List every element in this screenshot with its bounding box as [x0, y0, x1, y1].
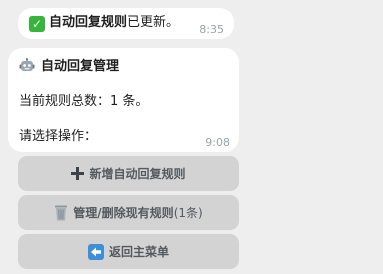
message-bold-text: 自动回复规则: [49, 15, 128, 30]
chat-area: ✓ 自动回复规则已更新。 8:35 自动回复管理 当前规则总数：1 条。 请选择操…: [0, 0, 383, 274]
message-text: ✓ 自动回复规则已更新。: [29, 14, 179, 32]
message-title-text: 自动回复管理: [41, 59, 120, 74]
message-bubble-rules-updated: ✓ 自动回复规则已更新。 8:35: [18, 8, 234, 39]
plus-icon: [71, 167, 85, 180]
robot-icon: [19, 58, 35, 71]
button-label: 新增自动回复规则: [89, 167, 186, 181]
button-label: 返回主菜单: [108, 245, 169, 259]
rule-count-text: 当前规则总数：1 条。: [19, 94, 149, 109]
message-title: 自动回复管理: [19, 58, 119, 76]
back-to-main-menu-button[interactable]: 返回主菜单: [18, 234, 239, 269]
rule-count-suffix: (1条): [173, 206, 203, 220]
check-mark-icon: ✓: [29, 16, 45, 32]
wastebasket-icon: [54, 204, 68, 221]
message-time: 9:08: [205, 136, 230, 149]
button-label: 管理/删除现有规则: [73, 206, 174, 220]
message-plain-text: 已更新。: [127, 15, 180, 30]
message-time: 8:35: [199, 23, 224, 36]
manage-delete-rules-button[interactable]: 管理/删除现有规则 (1条): [18, 195, 239, 230]
choose-action-text: 请选择操作：: [19, 129, 98, 144]
add-auto-reply-rule-button[interactable]: 新增自动回复规则: [18, 156, 239, 191]
message-bubble-auto-reply-menu: 自动回复管理 当前规则总数：1 条。 请选择操作： 9:08: [8, 48, 239, 152]
back-arrow-icon: [87, 243, 104, 260]
